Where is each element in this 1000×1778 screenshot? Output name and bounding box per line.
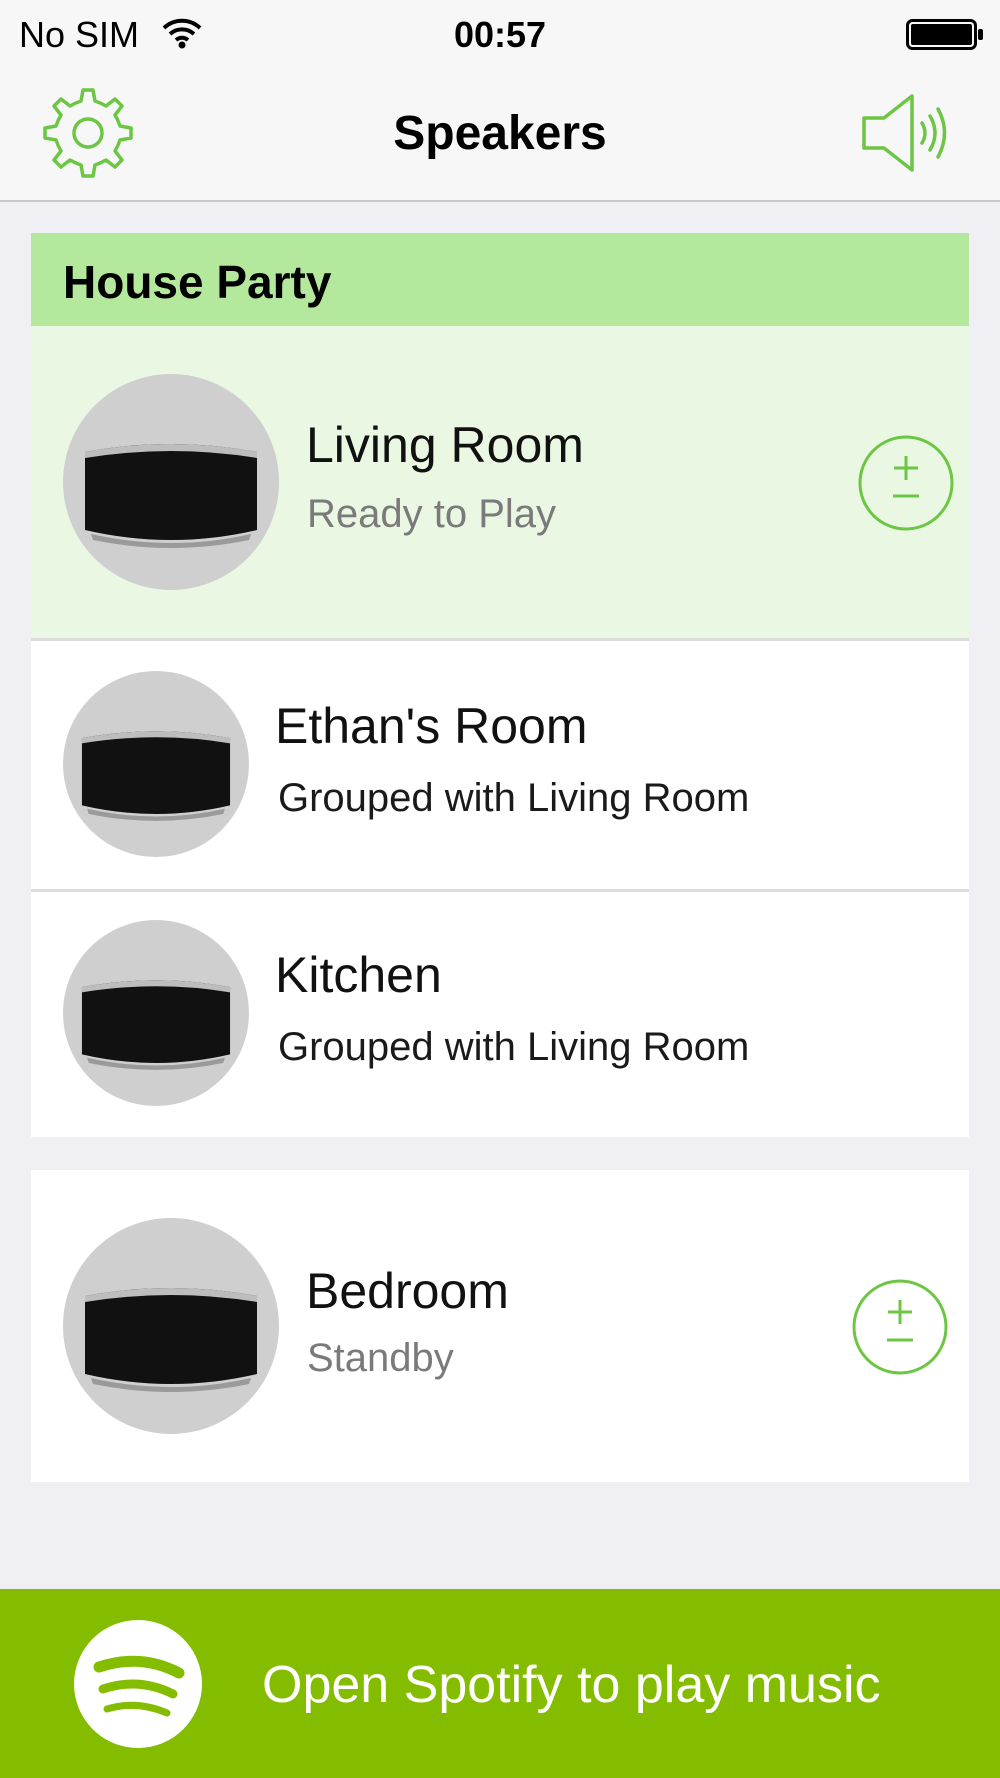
speaker-thumbnail <box>63 374 279 590</box>
speaker-status: Standby <box>307 1336 454 1380</box>
speaker-status: Grouped with Living Room <box>278 776 750 820</box>
group-title: House Party <box>63 256 332 308</box>
speaker-row-ethans-room[interactable]: Ethan's Room Grouped with Living Room <box>31 641 969 889</box>
speaker-thumbnail <box>63 671 249 857</box>
battery-icon <box>906 18 986 60</box>
group-header[interactable]: House Party <box>31 233 969 326</box>
speaker-row-living-room[interactable]: Living Room Ready to Play <box>31 326 969 638</box>
speaker-row-bedroom[interactable]: Bedroom Standby <box>31 1170 969 1482</box>
speaker-thumbnail <box>63 920 249 1106</box>
speaker-status: Ready to Play <box>307 492 557 536</box>
nav-bar: Speakers <box>0 68 1000 202</box>
speaker-name: Ethan's Room <box>275 698 588 754</box>
speaker-row-kitchen[interactable]: Kitchen Grouped with Living Room <box>31 892 969 1137</box>
speaker-name: Bedroom <box>306 1263 509 1319</box>
status-bar: No SIM 00:57 <box>0 0 1000 68</box>
speaker-volume-icon[interactable] <box>858 90 948 176</box>
clock: 00:57 <box>453 14 547 55</box>
speaker-thumbnail <box>63 1218 279 1434</box>
spotify-label: Open Spotify to play music <box>262 1656 881 1714</box>
volume-plus-minus-icon[interactable] <box>857 434 955 532</box>
open-spotify-button[interactable]: Open Spotify to play music <box>0 1589 1000 1778</box>
speaker-status: Grouped with Living Room <box>278 1025 750 1069</box>
page-title: Speakers <box>393 107 607 160</box>
spotify-logo-icon <box>73 1619 203 1749</box>
volume-plus-minus-icon[interactable] <box>851 1278 949 1376</box>
speaker-name: Living Room <box>306 417 584 473</box>
speaker-name: Kitchen <box>275 947 442 1003</box>
